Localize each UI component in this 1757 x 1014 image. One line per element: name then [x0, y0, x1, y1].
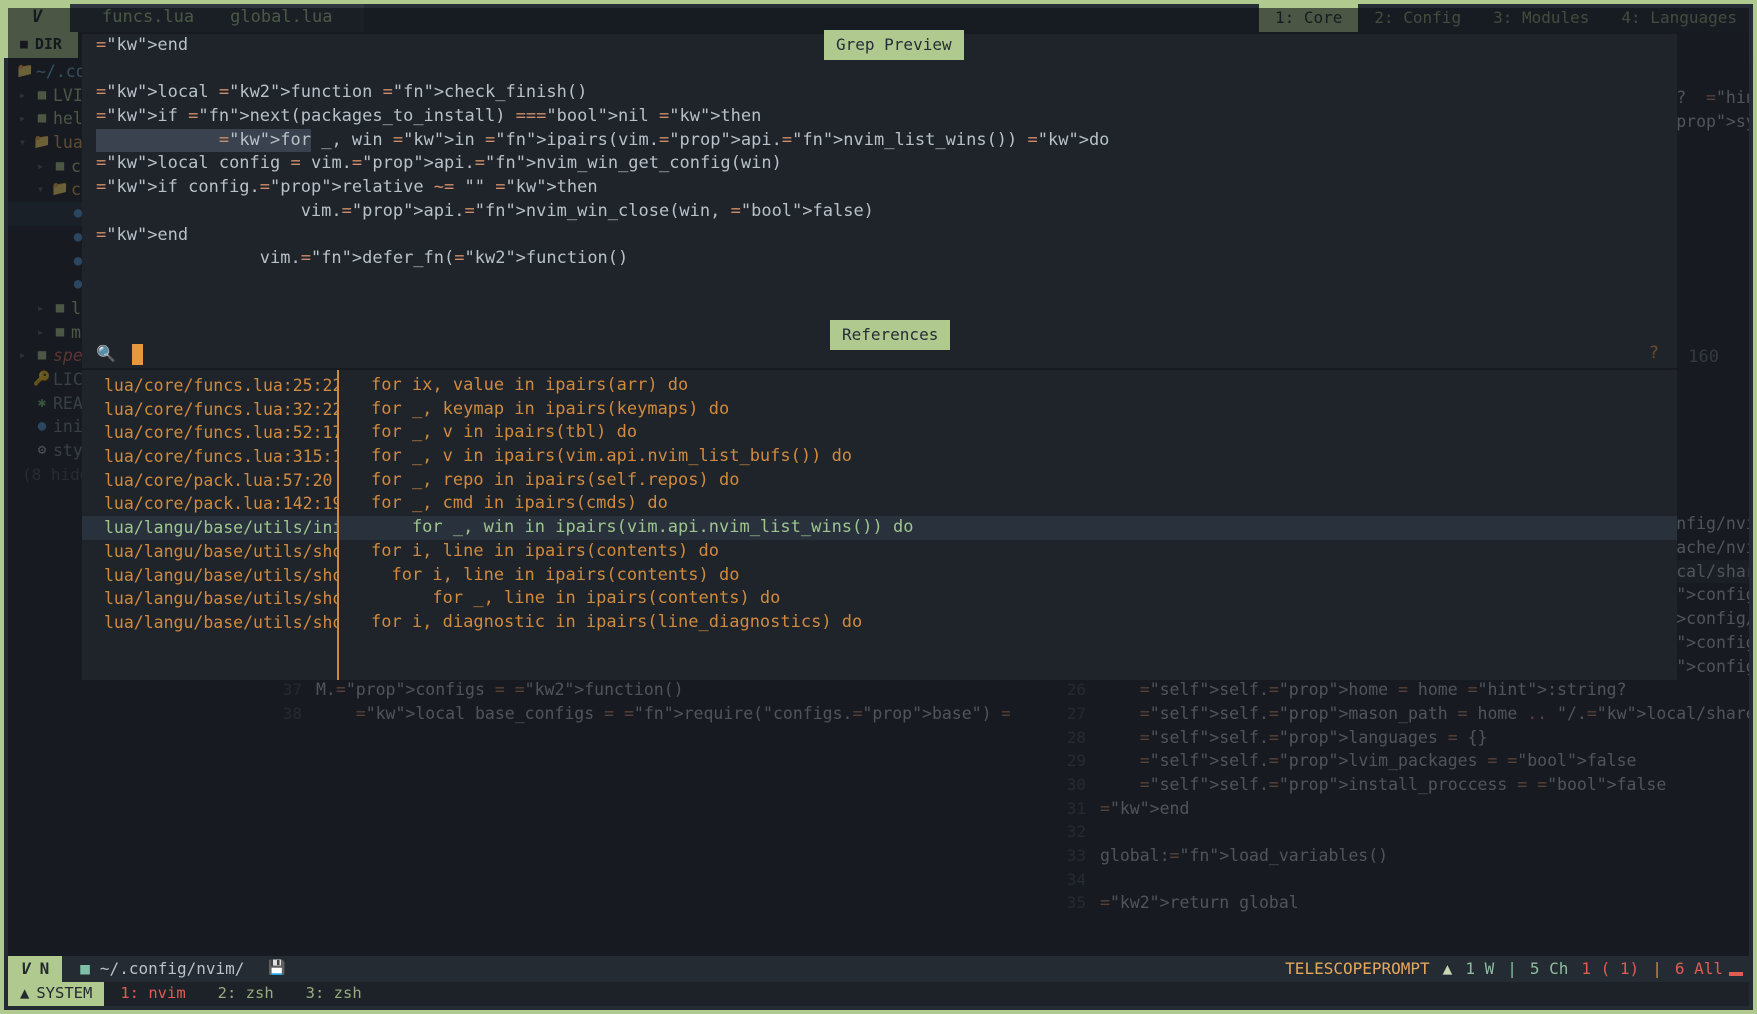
text-cursor	[131, 343, 143, 365]
terminal-tab-nvim[interactable]: 1: nvim	[104, 982, 201, 1006]
telescope-result-item[interactable]: lua/langu/base/utils/init.lua…	[82, 516, 337, 540]
system-label: SYSTEM	[36, 984, 93, 1003]
system-indicator: ▲ SYSTEM	[8, 982, 105, 1006]
statusline-right: TELESCOPEPROMPT ▲ 1 W | 5 Ch 1 ( 1) | 6 …	[1285, 956, 1749, 982]
telescope-preview-line: ="kw">for _, win = "kw">in = "fn">ipairs(v…	[82, 128, 1677, 153]
telescope-result-preview-line: for _, v in ipairs(vim.api.nvim_list_buf…	[371, 446, 853, 467]
vim-logo-icon: V	[21, 959, 31, 979]
statusline-cwd: ■ ~/.config/nvim/ 💾	[62, 956, 304, 982]
telescope-preview-line	[82, 58, 1677, 82]
terminal-tab-zsh-2[interactable]: 3: zsh	[290, 982, 378, 1006]
telescope-results-divider	[337, 370, 339, 680]
statusline-chars: 5 Ch	[1529, 959, 1569, 979]
telescope-preview-line: vim. = "prop">api. = "fn">nvim_win_close(win…	[96, 200, 874, 221]
telescope-result-item[interactable]: lua/core/pack.lua:142:19	[82, 492, 337, 516]
telescope-preview-window[interactable]: = "kw">end = "kw">local = "kw2">function = "…	[82, 34, 1677, 344]
statusline-position: 1 ( 1)	[1581, 959, 1640, 979]
telescope-result-preview-line: for _, keymap in ipairs(keymaps) do	[371, 398, 730, 419]
telescope-result-preview-line: for i, line in ipairs(contents) do	[371, 540, 719, 561]
telescope-result-item[interactable]: lua/langu/base/utils/show_dia…	[82, 587, 337, 611]
telescope-results-title: References	[830, 320, 951, 350]
telescope-results-list[interactable]: lua/core/funcs.lua:25:22 lua/core/funcs.l…	[82, 370, 337, 680]
telescope-result-preview-line: for _, v in ipairs(tbl) do	[371, 422, 638, 443]
telescope-result-item[interactable]: lua/langu/base/utils/show_dia…	[82, 540, 337, 564]
telescope-preview-line: = "kw">if = "fn">next(packages_to_install)…	[96, 106, 762, 127]
telescope-result-item[interactable]: lua/langu/base/utils/show_dia…	[82, 611, 337, 635]
scrollbar-thumb[interactable]	[1729, 972, 1743, 976]
telescope-preview-line: = "kw">local config = vim. = "prop">api. = "f…	[96, 153, 782, 174]
telescope-result-item[interactable]: lua/core/funcs.lua:25:22	[82, 374, 337, 398]
statusline-separator: |	[1507, 959, 1517, 979]
statusline-percent: 6 All	[1674, 959, 1723, 979]
telescope-results-preview[interactable]: for ix, value in ipairs(arr) do for _, ke…	[337, 370, 1677, 680]
telescope-result-item[interactable]: lua/langu/base/utils/show_dia…	[82, 564, 337, 588]
statusline: V N ■ ~/.config/nvim/ 💾 TELESCOPEPROMPT …	[8, 956, 1749, 982]
statusline-separator-2: |	[1652, 959, 1662, 979]
statusline-mode: V N	[8, 956, 63, 982]
telescope-result-item[interactable]: lua/core/funcs.lua:315:17	[82, 445, 337, 469]
search-icon: 🔍	[96, 344, 116, 364]
telescope-result-preview-line: for i, line in ipairs(contents) do	[371, 564, 740, 585]
telescope-preview-line: = "kw">local = "kw2">function = "fn">check_…	[96, 82, 588, 103]
telescope-result-preview-line: for ix, value in ipairs(arr) do	[371, 375, 689, 395]
telescope-result-preview-line: for _, line in ipairs(contents) do	[371, 588, 781, 609]
terminal-tab-zsh-1[interactable]: 2: zsh	[202, 982, 290, 1006]
telescope-preview-line: = "kw">end	[96, 224, 189, 245]
telescope-preview-title: Grep Preview	[824, 30, 964, 60]
telescope-result-item[interactable]: lua/core/pack.lua:57:20	[82, 469, 337, 493]
telescope-result-preview-line: for _, cmd in ipairs(cmds) do	[371, 493, 668, 514]
telescope-result-preview-line: for _, win in ipairs(vim.api.nvim_list_w…	[337, 516, 1677, 540]
telescope-result-item[interactable]: lua/core/funcs.lua:52:17	[82, 421, 337, 445]
terminal-tabline: ▲ SYSTEM 1: nvim 2: zsh 3: zsh	[8, 982, 1749, 1006]
statusline-filetype: TELESCOPEPROMPT	[1285, 959, 1430, 979]
floppy-disk-icon: 💾	[268, 960, 286, 977]
telescope-result-preview-line: for i, diagnostic in ipairs(line_diagnos…	[371, 611, 863, 632]
statusline-mode-label: N	[39, 959, 50, 979]
telescope-help-hint[interactable]: ?	[1649, 342, 1659, 366]
telescope-result-preview-line: for _, repo in ipairs(self.repos) do	[371, 469, 740, 490]
linux-penguin-icon: ▲	[1442, 959, 1453, 979]
telescope-preview-line: vim. = "fn">defer_fn(= "kw2">function()	[96, 248, 629, 269]
neovim-window: V funcs.lua global.lua 1: Core 2: Config…	[0, 0, 1757, 1014]
folder-icon: ■	[80, 959, 90, 979]
statusline-words: 1 W	[1465, 959, 1495, 979]
telescope-result-item[interactable]: lua/core/funcs.lua:32:22	[82, 398, 337, 422]
linux-penguin-icon: ▲	[20, 984, 30, 1003]
statusline-cwd-label: ~/.config/nvim/	[99, 959, 245, 979]
telescope-preview-line: = "kw">if config. = "prop">relative ~= "" =…	[96, 177, 598, 198]
